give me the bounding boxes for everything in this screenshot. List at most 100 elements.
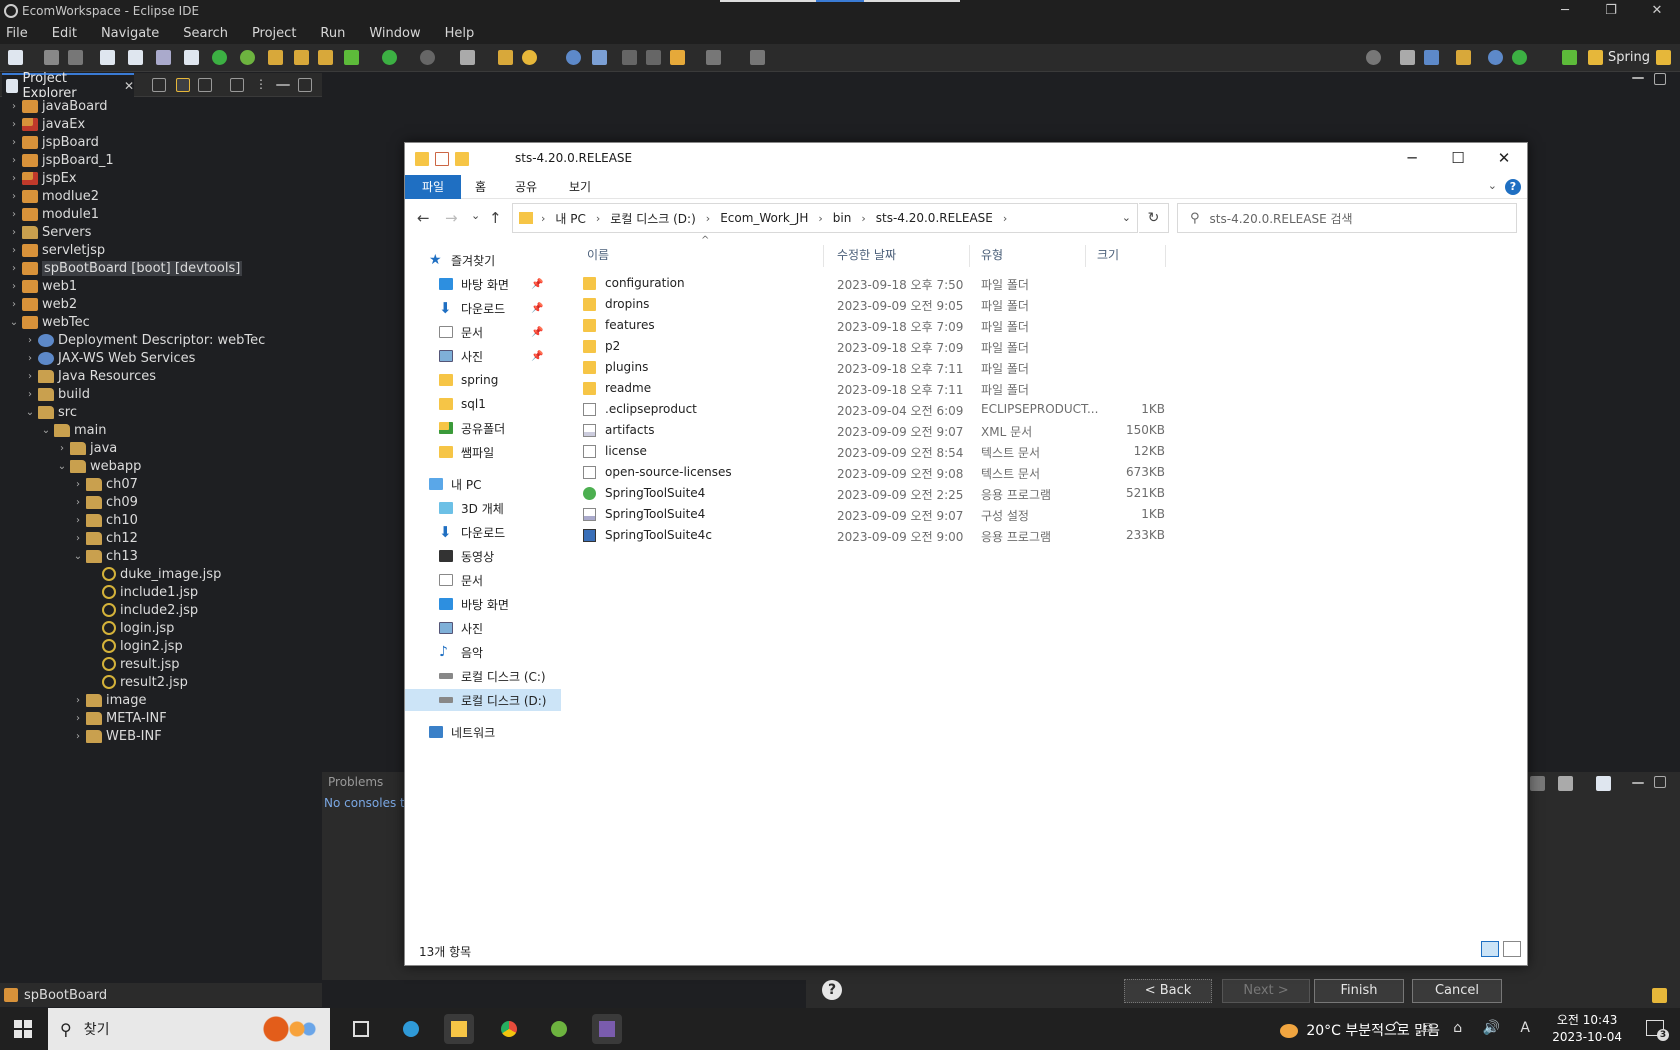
chevron-right-icon[interactable]: ›	[8, 299, 20, 310]
chevron-right-icon[interactable]: ›	[8, 101, 20, 112]
pin-console-icon[interactable]	[1530, 776, 1545, 791]
boot-dashboard-icon[interactable]	[212, 50, 227, 65]
file-row[interactable]: dropins 2023-09-09 오전 9:05 파일 폴더	[575, 294, 1175, 315]
address-dropdown-icon[interactable]: ⌄	[1122, 211, 1131, 224]
breadcrumb-item[interactable]: 로컬 디스크 (D:)	[610, 210, 695, 227]
column-type[interactable]: 유형	[981, 243, 1003, 267]
external-tools-icon[interactable]	[460, 50, 475, 65]
nav-item[interactable]: 문서 📌	[405, 321, 561, 343]
nav-item[interactable]: 사진 📌	[405, 345, 561, 367]
nav-item[interactable]: 문서	[405, 569, 561, 591]
file-row[interactable]: SpringToolSuite4c 2023-09-09 오전 9:00 응용 프로…	[575, 525, 1175, 546]
menu-navigate[interactable]: Navigate	[101, 26, 159, 41]
chevron-down-icon[interactable]: ⌄	[40, 425, 52, 436]
file-row[interactable]: plugins 2023-09-18 오후 7:11 파일 폴더	[575, 357, 1175, 378]
tree-item[interactable]: › web1	[8, 277, 77, 295]
fe-maximize-button[interactable]: ☐	[1435, 143, 1481, 173]
chevron-right-icon[interactable]: ›	[8, 173, 20, 184]
search-box[interactable]: ⚲ sts-4.20.0.RELEASE 검색	[1177, 203, 1517, 233]
back-arrow-icon[interactable]: ←	[417, 209, 430, 227]
tree-item[interactable]: ⌄ ch13	[72, 547, 138, 565]
console-minimize-icon[interactable]	[1632, 782, 1644, 784]
tree-item[interactable]: › jspEx	[8, 169, 77, 187]
tree-item[interactable]: › jspBoard	[8, 133, 99, 151]
open-console-icon[interactable]	[1596, 776, 1611, 791]
tree-item[interactable]: ⌄ main	[40, 421, 107, 439]
project-explorer-tab[interactable]: Project Explorer ✕	[2, 71, 134, 101]
help-icon[interactable]: ?	[822, 980, 842, 1000]
tree-item[interactable]: › javaBoard	[8, 97, 107, 115]
chevron-right-icon[interactable]: ›	[8, 281, 20, 292]
tree-item[interactable]: › module1	[8, 205, 99, 223]
quick-access-search-icon[interactable]	[1366, 50, 1381, 65]
tree-item[interactable]: › web2	[8, 295, 77, 313]
link-with-editor-icon[interactable]	[176, 78, 190, 92]
tree-item[interactable]: › jspBoard_1	[8, 151, 114, 169]
menu-window[interactable]: Window	[369, 26, 420, 41]
save-icon[interactable]	[44, 50, 59, 65]
java-perspective-icon[interactable]	[1456, 50, 1471, 65]
cancel-button[interactable]: Cancel	[1412, 979, 1502, 1003]
tree-item[interactable]: include1.jsp	[88, 583, 198, 601]
file-row[interactable]: open-source-licenses 2023-09-09 오전 9:08 텍스…	[575, 462, 1175, 483]
task-view-icon[interactable]	[346, 1014, 376, 1044]
breadcrumb-item[interactable]: 내 PC	[555, 210, 585, 227]
git-perspective-icon[interactable]	[1512, 50, 1527, 65]
tree-item[interactable]: › ch07	[72, 475, 138, 493]
run-icon[interactable]	[382, 50, 397, 65]
spring-tool-suite-icon[interactable]	[544, 1014, 574, 1044]
tree-item[interactable]: › image	[72, 691, 147, 709]
chevron-right-icon[interactable]: ›	[72, 533, 84, 544]
file-explorer-taskbar-icon[interactable]	[444, 1014, 474, 1044]
nav-item[interactable]: ★ 즐겨찾기	[405, 249, 561, 271]
filter-icon[interactable]	[198, 78, 212, 92]
coverage-icon[interactable]	[184, 50, 199, 65]
tree-item[interactable]: › ch09	[72, 493, 138, 511]
chevron-right-icon[interactable]: ›	[8, 191, 20, 202]
menu-run[interactable]: Run	[320, 26, 345, 41]
tree-item[interactable]: › Servers	[8, 223, 91, 241]
forward-arrow-icon[interactable]: →	[445, 209, 458, 227]
tree-item[interactable]: result2.jsp	[88, 673, 188, 691]
file-row[interactable]: artifacts 2023-09-09 오전 9:07 XML 문서 150KB	[575, 420, 1175, 441]
file-row[interactable]: SpringToolSuite4 2023-09-09 오전 2:25 응용 프로그…	[575, 483, 1175, 504]
chevron-right-icon[interactable]: ›	[72, 695, 84, 706]
menu-file[interactable]: File	[6, 26, 28, 41]
next-annotation-icon[interactable]	[622, 50, 637, 65]
tree-item[interactable]: › ch12	[72, 529, 138, 547]
tree-item[interactable]: › WEB-INF	[72, 727, 162, 745]
chevron-right-icon[interactable]: ›	[72, 731, 84, 742]
restore-button[interactable]: ❐	[1588, 0, 1634, 22]
search-icon[interactable]	[522, 50, 537, 65]
new-spring-project-icon[interactable]	[268, 50, 283, 65]
windows-start-icon[interactable]	[14, 1020, 32, 1038]
open-folder-icon[interactable]	[498, 50, 513, 65]
nav-item[interactable]: ⬇ 다운로드	[405, 521, 561, 543]
nav-item[interactable]: 사진	[405, 617, 561, 639]
chevron-right-icon[interactable]: ›	[8, 227, 20, 238]
finish-button[interactable]: Finish	[1314, 979, 1404, 1003]
nav-item[interactable]: 바탕 화면	[405, 593, 561, 615]
next-button[interactable]: Next >	[1222, 979, 1310, 1003]
chevron-right-icon[interactable]: ›	[24, 371, 36, 382]
ribbon-tab-view[interactable]: 보기	[569, 175, 591, 199]
tree-item[interactable]: › Deployment Descriptor: webTec	[24, 331, 265, 349]
tree-item[interactable]: › servletjsp	[8, 241, 105, 259]
forward-icon[interactable]	[706, 50, 721, 65]
close-icon[interactable]: ✕	[124, 79, 134, 93]
chevron-right-icon[interactable]: ›	[72, 713, 84, 724]
taskbar-search[interactable]: ⚲ 찾기	[48, 1008, 330, 1050]
minimize-button[interactable]: ─	[1542, 0, 1588, 22]
tree-item[interactable]: ⌄ webTec	[8, 313, 90, 331]
chevron-right-icon[interactable]: ›	[24, 335, 36, 346]
ribbon-tab-home[interactable]: 홈	[475, 175, 486, 199]
menu-search[interactable]: Search	[183, 26, 228, 41]
breadcrumb-item[interactable]: Ecom_Work_JH	[720, 211, 808, 225]
nav-item[interactable]: 바탕 화면 📌	[405, 273, 561, 295]
fe-minimize-button[interactable]: ─	[1389, 143, 1435, 173]
chevron-down-icon[interactable]: ⌄	[24, 407, 36, 418]
file-row[interactable]: features 2023-09-18 오후 7:09 파일 폴더	[575, 315, 1175, 336]
refresh-icon[interactable]: ↻	[1139, 203, 1169, 233]
terminal-icon[interactable]	[128, 50, 143, 65]
breadcrumb-item[interactable]: sts-4.20.0.RELEASE	[876, 211, 993, 225]
